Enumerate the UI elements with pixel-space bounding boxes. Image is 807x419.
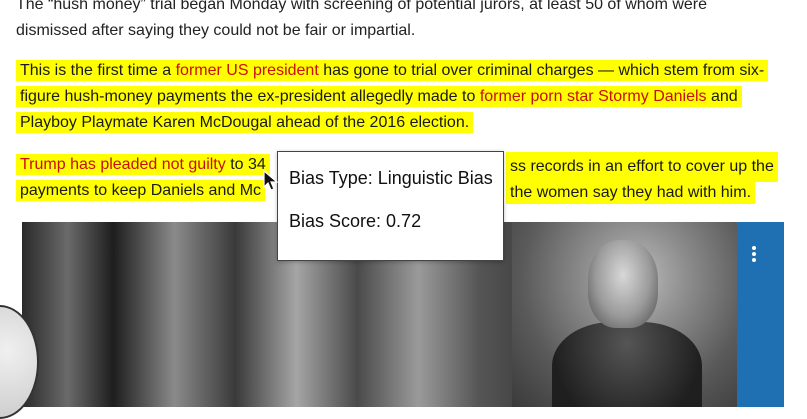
portrait-figure-body [552,322,702,407]
kebab-menu-icon[interactable] [750,244,758,264]
intro-line-1: The “hush money” trial began Monday with… [16,0,708,13]
link-stormy-daniels[interactable]: former porn star Stormy Daniels [480,88,707,105]
bias-tooltip: Bias Type: Linguistic Bias Bias Score: 0… [277,151,504,261]
highlighted-text: This is the first time a former US presi… [16,60,769,133]
paragraph-text: payments to keep Daniels and Mc [20,182,262,199]
paragraph-text: This is the first time a [20,62,176,79]
highlighted-text: ss records in an effort to cover up the [506,152,778,182]
paragraph-text: the women say they had with him. [510,184,752,201]
highlighted-text: the women say they had with him. [506,178,756,204]
article-paragraph-intro: The “hush money” trial began Monday with… [16,0,792,44]
bias-score-label: Bias Score: 0.72 [289,211,422,231]
link-trump-pleaded-not-guilty[interactable]: Trump has pleaded not guilty [20,156,226,173]
intro-line-2: dismissed after saying they could not be… [16,22,416,39]
media-sidebar [737,222,784,407]
bias-type-label: Bias Type: Linguistic Bias [289,168,493,188]
article-paragraph-highlighted-1: This is the first time a former US presi… [16,58,792,136]
link-former-us-president[interactable]: former US president [176,62,319,79]
paragraph-text: ss records in an effort to cover up the [510,158,774,175]
paragraph-text: to 34 [225,156,266,173]
mouse-pointer-icon [263,170,279,191]
portrait-figure-head [588,240,658,328]
highlighted-text: payments to keep Daniels and Mc [16,180,266,201]
highlighted-text: Trump has pleaded not guilty to 34 [16,154,270,175]
